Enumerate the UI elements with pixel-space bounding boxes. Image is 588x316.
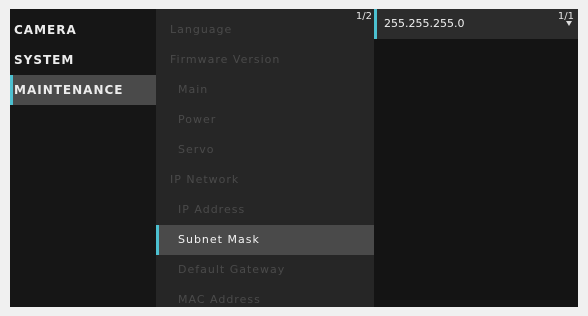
- submenu-item-servo[interactable]: Servo: [156, 135, 374, 165]
- main-menu-item-system[interactable]: SYSTEM: [10, 45, 156, 75]
- submenu-item-label: Subnet Mask: [178, 233, 260, 246]
- submenu-item-label: Power: [178, 113, 217, 126]
- selection-accent-bar: [156, 225, 159, 255]
- main-menu-item-label: MAINTENANCE: [14, 83, 124, 97]
- submenu-item-label: Main: [178, 83, 209, 96]
- submenu-item-label: Default Gateway: [178, 263, 286, 276]
- submenu-item-label: MAC Address: [178, 293, 261, 306]
- value-page-indicator: 1/1: [557, 11, 574, 22]
- subnet-mask-value: 255.255.255.0: [384, 17, 465, 30]
- main-menu-item-label: SYSTEM: [14, 53, 75, 67]
- submenu-item-mac-address[interactable]: MAC Address: [156, 285, 374, 307]
- selection-accent-bar: [10, 75, 13, 105]
- main-menu-item-label: CAMERA: [14, 23, 77, 37]
- selection-accent-bar: [374, 9, 377, 39]
- maintenance-submenu: Language Firmware Version Main Power Ser…: [156, 9, 374, 307]
- main-menu-item-maintenance[interactable]: MAINTENANCE: [10, 75, 156, 105]
- submenu-item-power[interactable]: Power: [156, 105, 374, 135]
- subnet-mask-value-field[interactable]: 255.255.255.0: [374, 9, 578, 39]
- main-menu-item-camera[interactable]: CAMERA: [10, 15, 156, 45]
- submenu-item-label: Firmware Version: [170, 53, 281, 66]
- submenu-item-label: IP Address: [178, 203, 246, 216]
- submenu-item-ip-network[interactable]: IP Network: [156, 165, 374, 195]
- main-menu: CAMERA SYSTEM MAINTENANCE: [10, 9, 156, 307]
- submenu-item-main[interactable]: Main: [156, 75, 374, 105]
- value-panel: 255.255.255.0 1/1: [374, 9, 578, 307]
- submenu-item-firmware-version[interactable]: Firmware Version: [156, 45, 374, 75]
- submenu-item-subnet-mask[interactable]: Subnet Mask: [156, 225, 374, 255]
- osd-screen: CAMERA SYSTEM MAINTENANCE Language Firmw…: [10, 9, 578, 307]
- submenu-item-language[interactable]: Language: [156, 15, 374, 45]
- submenu-item-label: IP Network: [170, 173, 240, 186]
- submenu-page-indicator: 1/2: [355, 11, 372, 22]
- submenu-item-label: Language: [170, 23, 233, 36]
- submenu-item-ip-address[interactable]: IP Address: [156, 195, 374, 225]
- submenu-item-label: Servo: [178, 143, 215, 156]
- submenu-item-default-gateway[interactable]: Default Gateway: [156, 255, 374, 285]
